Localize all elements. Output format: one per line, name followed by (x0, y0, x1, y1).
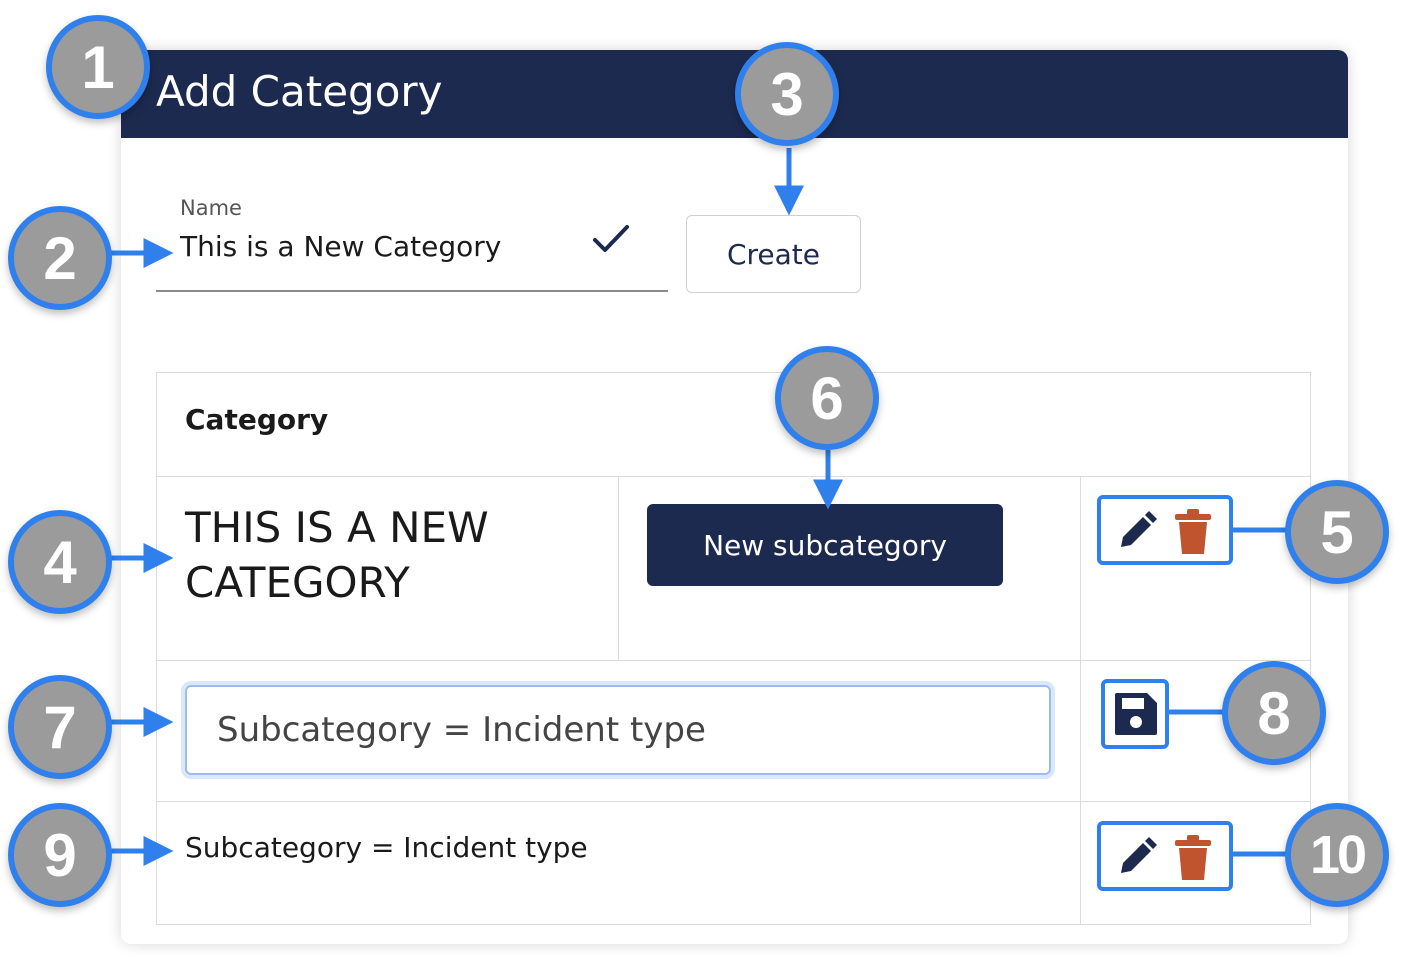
trash-icon[interactable] (1173, 508, 1213, 556)
callout-badge-5: 5 (1285, 480, 1389, 584)
subcategory-actions (1097, 821, 1233, 891)
pencil-icon[interactable] (1113, 835, 1159, 881)
add-category-card: Add Category Name This is a New Category… (121, 50, 1348, 944)
callout-badge-8: 8 (1222, 661, 1326, 765)
name-field-underline (156, 290, 668, 292)
callout-badge-2: 2 (8, 206, 112, 310)
callout-badge-10: 10 (1285, 803, 1389, 907)
save-button[interactable] (1101, 679, 1169, 749)
subcategory-input[interactable]: Subcategory = Incident type (185, 685, 1051, 775)
divider (157, 801, 1310, 802)
callout-badge-4: 4 (8, 510, 112, 614)
checkmark-icon (593, 225, 629, 252)
trash-icon[interactable] (1173, 834, 1213, 882)
name-field-value[interactable]: This is a New Category (180, 230, 501, 263)
callout-badge-6: 6 (775, 346, 879, 450)
callout-badge-3: 3 (735, 42, 839, 146)
subcategory-row-text: Subcategory = Incident type (185, 831, 588, 864)
card-title: Add Category (156, 67, 443, 116)
table-heading: Category (185, 403, 329, 436)
floppy-disk-icon (1115, 693, 1157, 735)
divider (1080, 476, 1081, 925)
create-button[interactable]: Create (686, 215, 861, 293)
category-actions (1097, 495, 1233, 565)
callout-badge-9: 9 (8, 803, 112, 907)
name-field-label: Name (180, 196, 242, 220)
pencil-icon[interactable] (1113, 509, 1159, 555)
divider (157, 476, 1310, 477)
category-name: THIS IS A NEW CATEGORY (185, 503, 489, 607)
new-subcategory-button[interactable]: New subcategory (647, 504, 1003, 586)
callout-badge-1: 1 (46, 15, 150, 119)
divider (157, 660, 1310, 661)
category-table: Category THIS IS A NEW CATEGORY New subc… (156, 372, 1311, 925)
divider (618, 476, 619, 660)
callout-badge-7: 7 (8, 675, 112, 779)
